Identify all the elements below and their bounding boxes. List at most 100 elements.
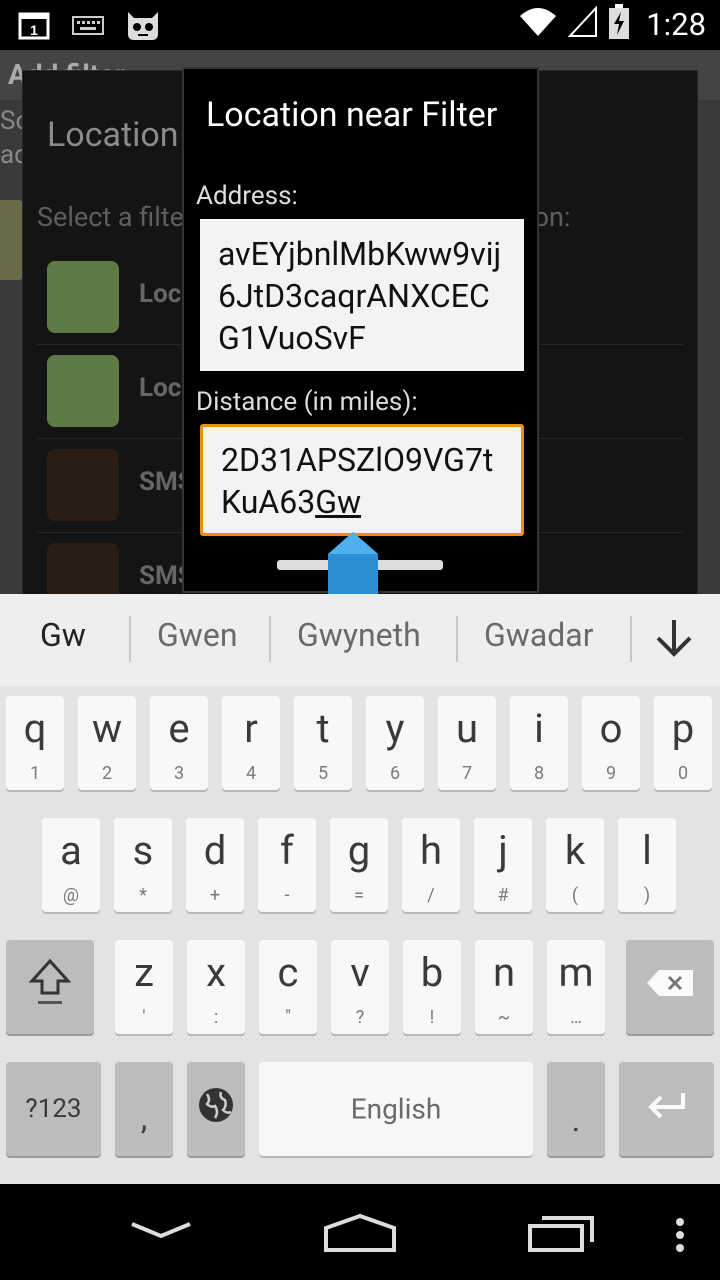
key-hint: - — [284, 885, 290, 906]
key-letter: u — [455, 705, 479, 752]
key-n[interactable]: n ~ — [475, 940, 533, 1034]
backspace-icon — [626, 968, 714, 1006]
key-h[interactable]: h / — [402, 818, 460, 912]
suggestion-divider — [129, 616, 131, 662]
backspace-key[interactable] — [626, 940, 714, 1034]
shift-key[interactable] — [6, 940, 94, 1034]
back-chevron-icon — [131, 1222, 191, 1239]
comma-key[interactable]: , — [115, 1062, 173, 1156]
suggestion-gwen[interactable]: Gwen — [157, 616, 237, 654]
keyboard-icon — [72, 14, 104, 40]
key-r[interactable]: r4 — [222, 696, 280, 790]
key-hint: ( — [571, 885, 579, 906]
enter-key[interactable] — [619, 1062, 714, 1156]
overflow-menu-icon — [676, 1218, 684, 1252]
home-icon — [324, 1213, 396, 1252]
address-label: Address: — [196, 181, 298, 211]
distance-field[interactable]: 2D31APSZlO9VG7tKuA63Gw — [200, 424, 524, 536]
expand-suggestions-icon[interactable] — [654, 616, 694, 660]
key-s[interactable]: s * — [114, 818, 172, 912]
key-hint: = — [354, 885, 364, 906]
distance-label: Distance (in miles): — [196, 387, 418, 417]
space-key[interactable]: English — [259, 1062, 533, 1156]
key-letter: m — [558, 949, 594, 996]
key-letter: e — [168, 705, 190, 752]
key-letter: f — [280, 827, 294, 874]
key-hint: 4 — [245, 763, 257, 784]
key-letter: w — [91, 705, 123, 752]
key-letter: p — [671, 705, 695, 752]
enter-icon — [619, 1089, 714, 1129]
background-button-edge — [0, 200, 24, 280]
symbols-key[interactable]: ?123 — [6, 1062, 101, 1156]
location-near-filter-dialog: Location near Filter Address: avEYjbnlMb… — [182, 67, 539, 604]
key-letter: n — [492, 949, 516, 996]
cyanogen-mascot-icon — [124, 8, 162, 46]
symbols-label: ?123 — [25, 1094, 82, 1124]
shift-icon — [6, 957, 94, 1017]
dialog-title: Location near Filter — [206, 95, 498, 135]
menu-button[interactable] — [674, 1218, 686, 1256]
background-dialog-title: Location — [47, 115, 179, 155]
key-q[interactable]: q1 — [6, 696, 64, 790]
color-swatch — [47, 543, 119, 595]
key-letter: b — [420, 949, 444, 996]
key-k[interactable]: k( — [546, 818, 604, 912]
home-button[interactable] — [322, 1212, 398, 1258]
key-hint: ~ — [497, 1007, 511, 1028]
key-hint: 3 — [173, 763, 185, 784]
back-button[interactable] — [128, 1218, 194, 1246]
composing-text: Gw — [315, 483, 362, 521]
key-hint: 2 — [101, 763, 113, 784]
color-swatch — [47, 261, 119, 333]
key-m[interactable]: m… — [547, 940, 605, 1034]
key-b[interactable]: b! — [403, 940, 461, 1034]
key-w[interactable]: w2 — [78, 696, 136, 790]
key-hint: ) — [643, 885, 651, 906]
key-g[interactable]: g = — [330, 818, 388, 912]
suggestion-gw[interactable]: Gw — [40, 616, 86, 654]
key-a[interactable]: a @ — [42, 818, 100, 912]
key-hint: 5 — [317, 763, 329, 784]
soft-keyboard: q1w2e3r4t5y6u7i8o9p0 a @ s * d + f - g = h / j # k(l) … — [0, 686, 720, 1184]
key-letter: c — [277, 949, 299, 996]
period-key[interactable]: . — [547, 1062, 605, 1156]
key-hint: 6 — [389, 763, 401, 784]
suggestion-gwadar[interactable]: Gwadar — [484, 616, 594, 654]
key-d[interactable]: d + — [186, 818, 244, 912]
key-l[interactable]: l) — [618, 818, 676, 912]
key-u[interactable]: u7 — [438, 696, 496, 790]
suggestion-divider — [630, 616, 632, 662]
key-hint: # — [497, 885, 509, 906]
language-key[interactable] — [187, 1062, 245, 1156]
key-letter: x — [206, 949, 226, 996]
key-c[interactable]: c " — [259, 940, 317, 1034]
color-swatch — [47, 355, 119, 427]
key-letter: r — [244, 705, 258, 752]
key-e[interactable]: e3 — [150, 696, 208, 790]
key-letter: v — [350, 949, 370, 996]
navigation-bar — [0, 1184, 720, 1280]
key-f[interactable]: f- — [258, 818, 316, 912]
key-j[interactable]: j # — [474, 818, 532, 912]
suggestion-gwyneth[interactable]: Gwyneth — [297, 616, 421, 654]
screen: 1 1:28 Add filter So ac — [0, 0, 720, 1280]
key-letter: h — [419, 827, 443, 874]
recents-button[interactable] — [526, 1212, 598, 1258]
key-v[interactable]: v? — [331, 940, 389, 1034]
key-i[interactable]: i8 — [510, 696, 568, 790]
key-y[interactable]: y6 — [366, 696, 424, 790]
globe-icon — [187, 1086, 245, 1132]
key-hint: … — [569, 1007, 583, 1028]
address-field[interactable]: avEYjbnlMbKww9vij6JtD3caqrANXCECG1VuoSvF — [200, 219, 524, 371]
key-z[interactable]: z ' — [115, 940, 173, 1034]
key-o[interactable]: o9 — [582, 696, 640, 790]
space-label: English — [350, 1092, 442, 1126]
key-x[interactable]: x: — [187, 940, 245, 1034]
key-p[interactable]: p0 — [654, 696, 712, 790]
wifi-icon — [518, 6, 558, 42]
key-hint: " — [285, 1007, 291, 1028]
signal-icon — [567, 5, 598, 42]
key-letter: a — [60, 827, 82, 874]
key-t[interactable]: t5 — [294, 696, 352, 790]
